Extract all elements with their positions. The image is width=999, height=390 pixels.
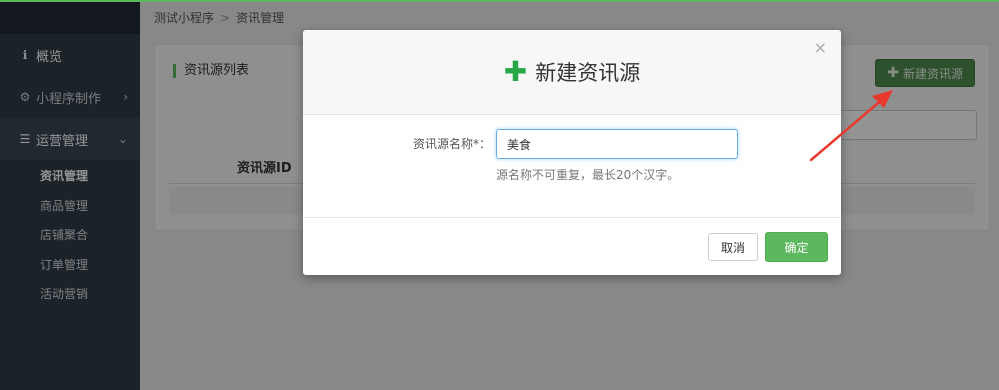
new-source-dialog: ✚ 新建资讯源 × 资讯源名称*： 源名称不可重复，最长20个汉字。 取消 确定 xyxy=(303,30,841,275)
source-name-label: 资讯源名称*： xyxy=(412,137,491,151)
dialog-body: 资讯源名称*： 源名称不可重复，最长20个汉字。 xyxy=(303,115,841,217)
top-accent-line xyxy=(0,0,999,2)
dialog-title-text: 新建资讯源 xyxy=(535,61,641,85)
cancel-button[interactable]: 取消 xyxy=(708,233,758,261)
source-name-input[interactable] xyxy=(496,129,738,159)
dialog-header: ✚ 新建资讯源 × xyxy=(303,30,841,115)
dialog-footer: 取消 确定 xyxy=(303,217,841,275)
confirm-button[interactable]: 确定 xyxy=(765,232,828,262)
dialog-title: ✚ 新建资讯源 xyxy=(504,57,640,87)
close-icon[interactable]: × xyxy=(814,38,827,57)
source-name-help: 源名称不可重复，最长20个汉字。 xyxy=(496,168,680,182)
plus-icon: ✚ xyxy=(503,55,528,88)
